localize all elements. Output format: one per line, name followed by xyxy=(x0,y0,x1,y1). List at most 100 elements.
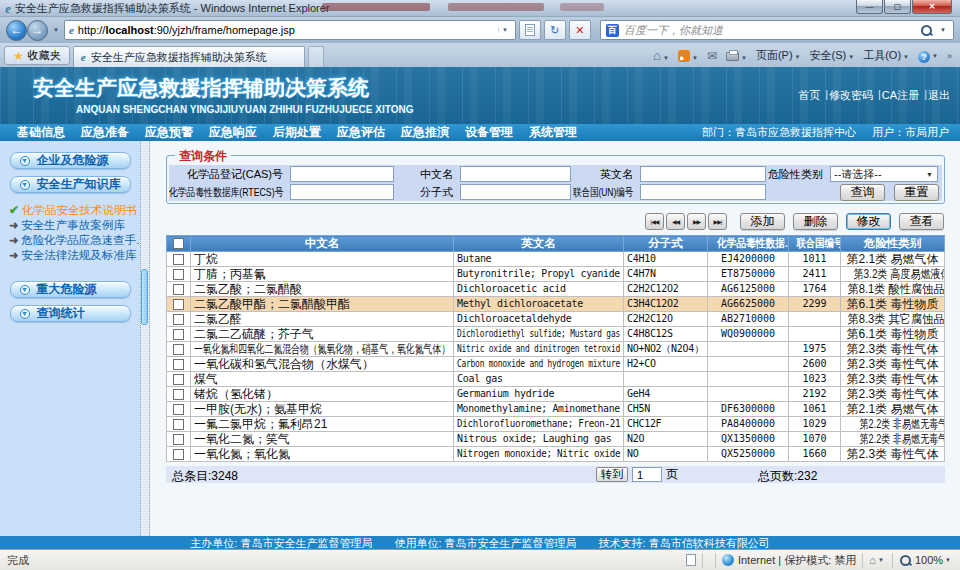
close-button[interactable]: ✕ xyxy=(912,0,952,14)
table-row[interactable]: 一氧化氮；氧化氮Nitrogen monoxide; Nitric oxideN… xyxy=(167,447,945,462)
total-pages-label: 总页数:232 xyxy=(758,468,817,485)
page-number-input[interactable]: 1 xyxy=(632,467,662,482)
back-button[interactable]: ← xyxy=(6,20,27,41)
en-name-input[interactable] xyxy=(640,166,766,182)
sidebar-item-1-1[interactable]: ➜安全生产事故案例库 xyxy=(9,219,140,232)
nav-item-4[interactable]: 后期处置 xyxy=(265,124,329,141)
sidebar-group-3[interactable]: ▼查询统计 xyxy=(10,305,131,322)
sidebar-group-0[interactable]: ▼企业及危险源 xyxy=(10,152,131,169)
sidebar-item-1-3[interactable]: ➜安全法律法规及标准库 xyxy=(9,249,140,262)
table-row[interactable]: 二氯乙醛DichloroacetaldehydeC2H2C12OAB271000… xyxy=(167,312,945,327)
cn-name-input[interactable] xyxy=(460,166,571,182)
select-all-checkbox[interactable] xyxy=(173,238,184,249)
sidebar-group-2[interactable]: ▼重大危险源 xyxy=(10,281,131,298)
row-checkbox[interactable] xyxy=(173,284,184,295)
row-checkbox[interactable] xyxy=(173,434,184,445)
stop-button[interactable]: ✕ xyxy=(569,20,591,40)
search-button[interactable]: 查询 xyxy=(840,184,885,201)
table-row[interactable]: 丁腈；丙基氰Butyronitrile; Propyl cyanideC4H7N… xyxy=(167,267,945,282)
sidebar-item-1-2[interactable]: ➜危险化学品应急速查手... xyxy=(9,234,140,247)
nav-item-8[interactable]: 系统管理 xyxy=(521,124,585,141)
nav-item-7[interactable]: 设备管理 xyxy=(457,124,521,141)
row-checkbox[interactable] xyxy=(173,404,184,415)
address-dropdown-icon[interactable]: ▼ xyxy=(498,27,511,33)
safety-menu[interactable]: 安全(S)▼ xyxy=(810,48,855,63)
address-input[interactable]: e http://localhost:90/yjzh/frame/homepag… xyxy=(64,20,516,40)
row-checkbox[interactable] xyxy=(173,389,184,400)
nav-item-1[interactable]: 应急准备 xyxy=(73,124,137,141)
splitter-handle[interactable] xyxy=(141,269,148,325)
nav-item-0[interactable]: 基础信息 xyxy=(9,124,73,141)
table-row[interactable]: 一氧化碳和氢气混合物（水煤气）Carbon monoxide and hydro… xyxy=(167,357,945,372)
header-link-1[interactable]: 修改密码 xyxy=(829,88,873,103)
view-button[interactable]: 查看 xyxy=(899,213,944,230)
zoom-level[interactable]: 100% xyxy=(915,554,943,566)
first-page-button[interactable]: |◀◀ xyxy=(645,213,664,230)
add-button[interactable]: 添加 xyxy=(740,213,785,230)
modify-button[interactable]: 修改 xyxy=(846,213,891,230)
print-button[interactable]: ▼ xyxy=(726,50,747,62)
reset-button[interactable]: 重置 xyxy=(894,184,939,201)
favorites-button[interactable]: ★ 收藏夹 xyxy=(4,46,70,65)
row-checkbox[interactable] xyxy=(173,254,184,265)
search-input[interactable]: 百 百度一下，你就知道 ▼ xyxy=(600,20,954,40)
row-checkbox[interactable] xyxy=(173,374,184,385)
row-checkbox[interactable] xyxy=(173,299,184,310)
feeds-button[interactable]: ▼ xyxy=(678,50,698,62)
maximize-button[interactable]: ▢ xyxy=(884,0,911,14)
table-row[interactable]: 锗烷（氢化锗）Germanium hydrideGeH42192第2.3类 毒性… xyxy=(167,387,945,402)
row-checkbox[interactable] xyxy=(173,314,184,325)
table-row[interactable]: 二氯乙酸甲酯；二氯醋酸甲酯Methyl dichloroacetateC3H4C… xyxy=(167,297,945,312)
table-row[interactable]: 二氯二乙硫醚；芥子气Dichlorodiethyl sulfide; Musta… xyxy=(167,327,945,342)
forward-button[interactable]: → xyxy=(27,20,48,41)
new-tab-button[interactable] xyxy=(308,46,324,67)
help-menu[interactable]: ?▼ xyxy=(918,48,938,63)
tab-active[interactable]: e 安全生产应急救援指挥辅助决策系统 xyxy=(73,46,305,67)
sidebar-group-1[interactable]: ▼安全生产知识库 xyxy=(10,176,131,193)
zoom-dropdown[interactable]: ▼ xyxy=(945,557,951,563)
splitter[interactable] xyxy=(140,141,150,536)
nav-item-2[interactable]: 应急预警 xyxy=(137,124,201,141)
recent-pages-dropdown[interactable]: ▼ xyxy=(53,27,59,33)
table-row[interactable]: 二氯乙酸；二氯醋酸Dichloroacetic acidC2H2C12O2AG6… xyxy=(167,282,945,297)
nav-item-5[interactable]: 应急评估 xyxy=(329,124,393,141)
table-row[interactable]: 一氧化氮和四氧化二氮混合物（氮氧化物，硝基气，氧化氮气体）Nitric oxid… xyxy=(167,342,945,357)
row-checkbox[interactable] xyxy=(173,269,184,280)
header-link-3[interactable]: 退出 xyxy=(928,88,950,103)
page-menu[interactable]: 页面(P)▼ xyxy=(756,48,801,63)
sidebar-item-1-0[interactable]: ✔化学品安全技术说明书 xyxy=(9,204,140,217)
hazard-class-select[interactable]: --请选择--▼ xyxy=(830,166,938,182)
table-row[interactable]: 一甲胺(无水)；氨基甲烷Monomethylamine; Aminomethan… xyxy=(167,402,945,417)
row-checkbox[interactable] xyxy=(173,344,184,355)
home-button[interactable]: ⌂▼ xyxy=(653,50,669,62)
last-page-button[interactable]: ▶▶| xyxy=(708,213,727,230)
search-options-dropdown[interactable]: ▼ xyxy=(940,27,946,33)
table-row[interactable]: 一氟二氯甲烷；氟利昂21Dichlorofluoromethane; Freon… xyxy=(167,417,945,432)
prev-page-button[interactable]: ◀◀ xyxy=(666,213,685,230)
nav-item-6[interactable]: 应急推演 xyxy=(393,124,457,141)
more-commands-chevron[interactable]: » xyxy=(947,51,952,61)
delete-button[interactable]: 删除 xyxy=(793,213,838,230)
row-checkbox[interactable] xyxy=(173,419,184,430)
row-checkbox[interactable] xyxy=(173,449,184,460)
search-icon[interactable] xyxy=(920,24,933,37)
nav-item-3[interactable]: 应急响应 xyxy=(201,124,265,141)
formula-input[interactable] xyxy=(460,184,571,200)
tools-menu[interactable]: 工具(O)▼ xyxy=(863,48,909,63)
table-row[interactable]: 丁烷ButaneC4H10EJ42000001011第2.1类 易燃气体 xyxy=(167,252,945,267)
table-row[interactable]: 煤气Coal gas1023第2.3类 毒性气体 xyxy=(167,372,945,387)
header-link-2[interactable]: CA注册 xyxy=(882,88,919,103)
next-page-button[interactable]: ▶▶ xyxy=(687,213,706,230)
cas-input[interactable] xyxy=(290,166,394,182)
row-checkbox[interactable] xyxy=(173,329,184,340)
table-row[interactable]: 一氧化二氮；笑气Nitrous oxide; Laughing gasN2OQX… xyxy=(167,432,945,447)
rtecs-input[interactable] xyxy=(290,184,394,200)
goto-page-button[interactable]: 转到 xyxy=(596,467,628,482)
header-link-0[interactable]: 首页 xyxy=(798,88,820,103)
un-number-input[interactable] xyxy=(640,184,766,200)
row-checkbox[interactable] xyxy=(173,359,184,370)
refresh-button[interactable]: ↻ xyxy=(544,20,566,40)
minimize-button[interactable]: — xyxy=(856,0,883,14)
compatibility-view-button[interactable] xyxy=(519,20,541,40)
read-mail-button[interactable]: ✉ xyxy=(707,49,717,63)
